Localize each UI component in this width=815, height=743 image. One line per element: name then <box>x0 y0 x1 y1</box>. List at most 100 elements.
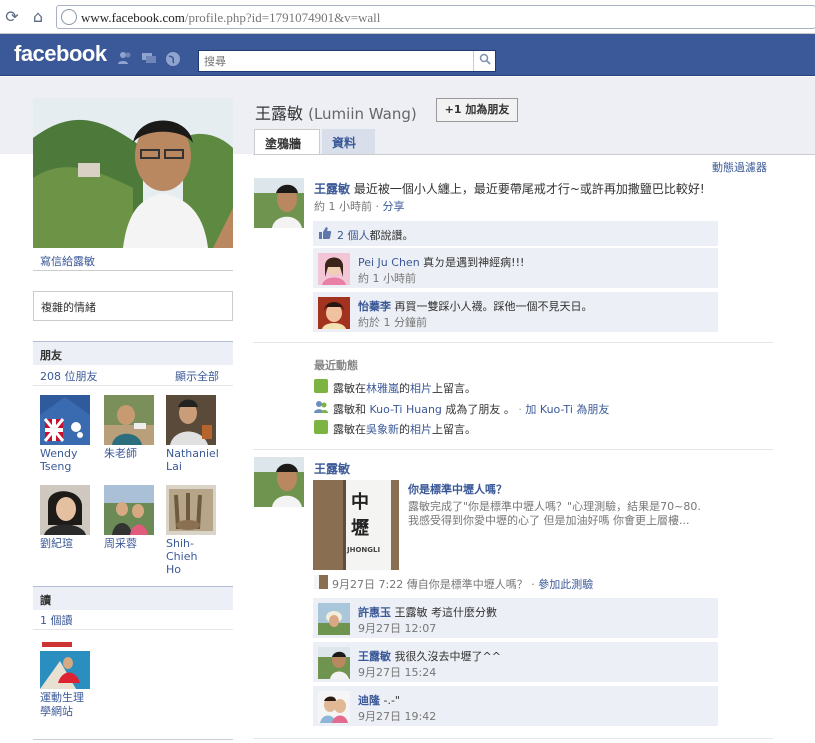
commenter-name[interactable]: Pei Ju Chen <box>358 256 420 269</box>
friend-requests-icon[interactable] <box>117 51 133 65</box>
friend-tile[interactable]: 劉紀瑄 <box>40 485 96 550</box>
address-bar[interactable]: www.facebook.com/profile.php?id=17910749… <box>56 5 815 29</box>
friend-name[interactable]: 周采蓉 <box>104 537 137 550</box>
friend-photo[interactable] <box>166 485 216 535</box>
reads-count[interactable]: 1 個讀 <box>40 612 73 628</box>
add-friend-button[interactable]: +1 加為朋友 <box>436 98 518 122</box>
quiz-app-icon[interactable] <box>314 575 328 589</box>
recent-activity-title: 最近動態 <box>314 359 358 372</box>
commenter-avatar[interactable] <box>318 691 350 723</box>
post-author-avatar[interactable] <box>254 178 304 228</box>
recent-item: 露敏和 Kuo-Ti Huang 成為了朋友 。 · 加 Kuo-Ti 為朋友 <box>333 403 610 416</box>
post-author-name[interactable]: 王露敏 <box>314 182 350 196</box>
commenter-avatar[interactable] <box>318 647 350 679</box>
comment-item: 怡蓁李 再買一雙踩小人襪。踩他一個不見天日。 約於 1 分鐘前 <box>313 292 718 332</box>
recent-item-link[interactable]: 林雅嵐 <box>366 382 399 395</box>
likes-text: 2 個人都說讚。 <box>337 229 414 242</box>
friend-name-line2[interactable]: Lai <box>166 460 182 473</box>
reads-app-thumbnail[interactable] <box>40 639 90 689</box>
friend-name[interactable]: Shih-Chieh <box>166 537 197 563</box>
quiz-thumbnail[interactable]: 中壢 JHONGLI <box>313 480 399 570</box>
tab-wall[interactable]: 塗鴉牆 <box>254 129 320 155</box>
friend-name[interactable]: 劉紀瑄 <box>40 537 73 550</box>
comment-text: -.-" <box>383 694 401 707</box>
take-quiz-link[interactable]: 參加此測驗 <box>538 578 593 591</box>
friend-tile[interactable]: Nathaniel Lai <box>166 395 222 473</box>
comment-time: 約於 1 分鐘前 <box>358 316 427 329</box>
friend-photo[interactable] <box>40 395 90 445</box>
tab-info[interactable]: 資料 <box>322 129 375 155</box>
comment-item: Pei Ju Chen 真ㄉ是遇到神經病!!! 約 1 小時前 <box>313 248 718 288</box>
notifications-globe-icon[interactable] <box>165 51 181 66</box>
recent-item: 露敏在林雅嵐的相片上留言。 <box>333 382 476 395</box>
send-message-link[interactable]: 寫信給露敏 <box>40 253 95 269</box>
quiz-title[interactable]: 你是標準中壢人嗎？ <box>408 481 507 497</box>
friend-name[interactable]: Nathaniel <box>166 447 219 460</box>
friend-photo[interactable] <box>104 485 154 535</box>
recent-item-link[interactable]: 吳象新 <box>366 423 399 436</box>
browser-toolbar: ⟳ ⌂ www.facebook.com/profile.php?id=1791… <box>0 0 815 34</box>
friend-tile[interactable]: Wendy Tseng <box>40 395 96 473</box>
reads-app-name[interactable]: 運動生理 學網站 <box>40 691 84 719</box>
friends-box-title[interactable]: 朋友 <box>33 341 233 365</box>
friend-tile[interactable]: 朱老師 <box>104 395 160 460</box>
friend-photo[interactable] <box>40 485 90 535</box>
friend-name-line2[interactable]: Tseng <box>40 460 71 473</box>
profile-picture[interactable] <box>33 98 233 248</box>
story-separator <box>253 738 773 739</box>
commenter-name[interactable]: 王露敏 <box>358 650 391 663</box>
sign-small-text: JHONGLI <box>347 546 381 554</box>
home-icon[interactable]: ⌂ <box>28 7 48 27</box>
comment-bubble-icon <box>314 379 328 393</box>
likes-count-link[interactable]: 2 個人 <box>337 229 370 242</box>
friend-name[interactable]: 朱老師 <box>104 447 137 460</box>
status-box[interactable]: 複雜的情緒 <box>33 291 233 321</box>
url-text[interactable]: www.facebook.com/profile.php?id=17910749… <box>81 10 380 26</box>
post-author-name[interactable]: 王露敏 <box>314 460 350 477</box>
comment-time: 9月27日 12:07 <box>358 622 437 635</box>
commenter-name[interactable]: 許惠玉 <box>358 606 391 619</box>
search-icon[interactable] <box>473 51 495 71</box>
photo-link[interactable]: 相片 <box>410 423 432 436</box>
commenter-avatar[interactable] <box>318 297 350 329</box>
friend-name-line2[interactable]: Ho <box>166 563 181 576</box>
search-input[interactable] <box>199 51 474 71</box>
comment-time: 約 1 小時前 <box>358 272 416 285</box>
commenter-name[interactable]: 怡蓁李 <box>358 300 391 313</box>
facebook-logo[interactable]: facebook <box>14 41 107 67</box>
profile-name: 王露敏 (Lumiin Wang) <box>255 104 417 123</box>
status-text: 複雜的情緒 <box>41 301 96 314</box>
reads-box-title[interactable]: 讀 <box>33 586 233 610</box>
comment-item: 許惠玉 王露敏 考這什麼分數 9月27日 12:07 <box>313 598 718 638</box>
friends-count[interactable]: 208 位朋友 <box>40 368 98 384</box>
commenter-avatar[interactable] <box>318 603 350 635</box>
messages-icon[interactable] <box>141 51 157 65</box>
search-box[interactable] <box>198 50 496 72</box>
post-time[interactable]: 約 1 小時前 <box>314 200 372 213</box>
sign-text: 中壢 <box>351 492 369 539</box>
friend-photo[interactable] <box>104 395 154 445</box>
comment-time: 9月27日 19:42 <box>358 710 437 723</box>
page-icon <box>61 9 77 25</box>
comment-text: 再買一雙踩小人襪。踩他一個不見天日。 <box>394 300 593 313</box>
story-separator <box>253 342 773 343</box>
post-text-line: 王露敏 最近被一個小人纏上，最近要帶尾戒才行~或許再加撒鹽巴比較好! <box>314 180 705 197</box>
divider <box>33 270 233 271</box>
post-message: 最近被一個小人纏上，最近要帶尾戒才行~或許再加撒鹽巴比較好! <box>353 182 705 196</box>
photo-link[interactable]: 相片 <box>410 382 432 395</box>
post-author-avatar[interactable] <box>254 457 304 507</box>
commenter-avatar[interactable] <box>318 253 350 285</box>
tabs-underline <box>253 154 815 155</box>
recent-item-link[interactable]: Kuo-Ti Huang <box>370 403 442 416</box>
reload-icon[interactable]: ⟳ <box>2 7 22 27</box>
see-all-friends-link[interactable]: 顯示全部 <box>175 368 219 384</box>
share-link[interactable]: 分享 <box>383 200 405 213</box>
friend-name[interactable]: Wendy <box>40 447 77 460</box>
add-friend-link[interactable]: 加 Kuo-Ti 為朋友 <box>525 403 609 416</box>
friend-tile[interactable]: Shih-Chieh Ho <box>166 485 222 576</box>
stream-filter-link[interactable]: 動態過濾器 <box>712 159 767 175</box>
friend-tile[interactable]: 周采蓉 <box>104 485 160 550</box>
commenter-name[interactable]: 迪隆 <box>358 694 380 707</box>
friend-photo[interactable] <box>166 395 216 445</box>
post-meta: 約 1 小時前 · 分享 <box>314 200 405 213</box>
